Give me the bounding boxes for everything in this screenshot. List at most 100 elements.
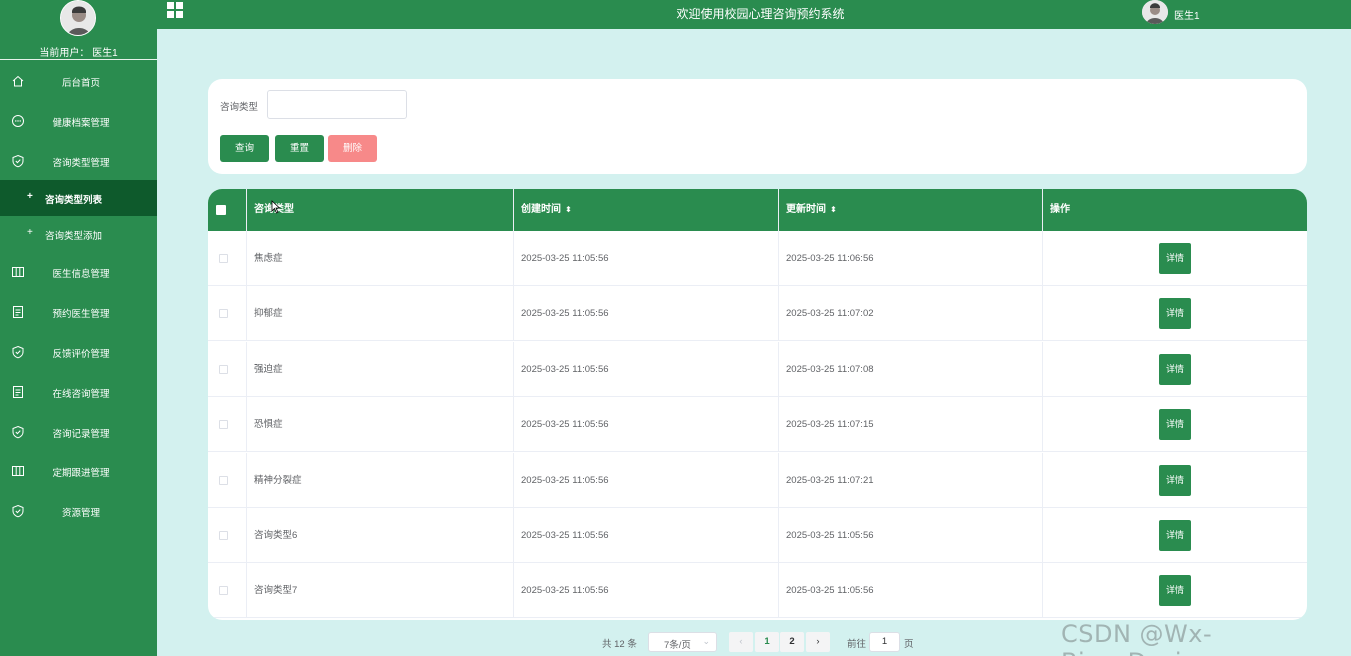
table-row: 精神分裂症 2025-03-25 11:05:56 2025-03-25 11:07… <box>208 452 1307 508</box>
header-username[interactable]: 医生1 <box>1174 7 1200 22</box>
column-label: 操作 <box>1050 204 1070 215</box>
cell-updated-time: 2025-03-25 11:07:15 <box>779 397 1043 453</box>
detail-button[interactable]: 详情 <box>1159 298 1191 330</box>
data-table: 咨询类型 创建时间⬍ 更新时间 ⬍ 操作 焦虑症2025-03-25 11:05:… <box>208 189 1307 620</box>
cell-created-time: 2025-03-25 11:05:56 <box>514 563 779 619</box>
column-label: 更新时间 <box>786 204 826 215</box>
detail-button[interactable]: 详情 <box>1159 520 1191 551</box>
row-select-cell <box>208 452 247 508</box>
page-2-button[interactable]: 2 <box>780 632 804 652</box>
select-all-checkbox[interactable] <box>216 205 226 215</box>
page-size-select[interactable]: 7条/页 ⌄ <box>648 632 717 652</box>
row-select-cell <box>208 286 247 342</box>
sidebar-avatar <box>60 0 96 36</box>
cell-updated-time: 2025-03-25 11:07:21 <box>779 452 1043 508</box>
chevron-down-icon: ⌄ <box>702 636 710 646</box>
search-panel: 咨询类型 查询 重置 删除 <box>208 79 1307 174</box>
menu-item-appointment[interactable]: 预约医生管理 <box>0 292 157 332</box>
row-checkbox[interactable] <box>219 420 228 430</box>
watermark: CSDN @Wx-Biye_Design <box>1061 620 1213 656</box>
reset-button[interactable]: 重置 <box>275 135 324 162</box>
consult-type-search-input[interactable] <box>267 90 407 119</box>
menu-item-resources[interactable]: 资源管理 <box>0 491 157 531</box>
menu-item-doctor-info[interactable]: 医生信息管理 <box>0 252 157 292</box>
cell-consult-type: 咨询类型7 <box>247 563 514 619</box>
detail-button[interactable]: 详情 <box>1159 353 1191 385</box>
menu-item-consult-records[interactable]: 咨询记录管理 <box>0 412 157 452</box>
menu-item-consult-type[interactable]: 咨询类型管理 <box>0 141 157 181</box>
row-select-cell <box>208 508 247 563</box>
menu-item-home[interactable]: 后台首页 <box>0 61 157 101</box>
cell-consult-type: 抑郁症 <box>247 286 514 342</box>
detail-button[interactable]: 详情 <box>1159 575 1191 607</box>
row-checkbox[interactable] <box>219 254 228 263</box>
select-all-cell <box>208 189 247 231</box>
cell-updated-time: 2025-03-25 11:07:08 <box>779 341 1043 397</box>
page-1-button[interactable]: 1 <box>755 632 779 652</box>
cell-created-time: 2025-03-25 11:05:56 <box>514 231 779 286</box>
menu-item-label: 健康档案管理 <box>52 118 110 129</box>
sub-item-consult-type-list[interactable]: + 咨询类型列表 <box>0 180 157 216</box>
column-created-time[interactable]: 创建时间 ⬍ <box>514 189 779 231</box>
row-checkbox[interactable] <box>219 586 228 596</box>
menu-item-followup[interactable]: 定期跟进管理 <box>0 451 157 491</box>
sort-icon[interactable]: ⬍ <box>565 205 572 214</box>
table-row: 焦虑症 2025-03-25 11:05:56 2025-03-25 11:06:5… <box>208 231 1307 286</box>
menu-item-label: 后台首页 <box>61 78 100 89</box>
sidebar: 当前用户： 医生1 后台首页 健康档案管理 咨询类型管理 + 咨询类型列表 + … <box>0 0 157 656</box>
column-actions: 操作 <box>1043 189 1307 231</box>
menu-item-label: 定期跟进管理 <box>52 468 110 479</box>
page-size-value: 7条/页 <box>664 640 691 651</box>
cell-updated-time: 2025-03-25 11:06:56 <box>779 231 1043 286</box>
menu-item-health-records[interactable]: 健康档案管理 <box>0 101 157 141</box>
header-avatar[interactable] <box>1142 0 1168 24</box>
menu-item-label: 咨询类型管理 <box>52 158 110 169</box>
row-select-cell <box>208 341 247 397</box>
row-checkbox[interactable] <box>219 364 228 374</box>
cell-updated-time: 2025-03-25 11:05:56 <box>779 563 1043 619</box>
sub-item-label: 咨询类型添加 <box>45 231 103 242</box>
table-row: 咨询类型7 2025-03-25 11:05:56 2025-03-25 11:05… <box>208 563 1307 619</box>
query-button[interactable]: 查询 <box>220 135 269 162</box>
table-row: 强迫症 2025-03-25 11:05:56 2025-03-25 11:07:0… <box>208 341 1307 397</box>
menu-item-online-consult[interactable]: 在线咨询管理 <box>0 372 157 412</box>
cell-consult-type: 强迫症 <box>247 341 514 397</box>
plus-icon: + <box>27 227 33 238</box>
detail-button[interactable]: 详情 <box>1159 243 1191 274</box>
goto-page-input[interactable]: 1 <box>869 632 900 652</box>
menu-item-label: 预约医生管理 <box>52 309 110 320</box>
menu-item-label: 在线咨询管理 <box>52 389 110 400</box>
row-select-cell <box>208 397 247 453</box>
page-suffix-label: 页 <box>904 639 914 650</box>
cell-created-time: 2025-03-25 11:05:56 <box>514 508 779 563</box>
table-row: 抑郁症 2025-03-25 11:05:56 2025-03-25 11:07:0… <box>208 286 1307 342</box>
row-checkbox[interactable] <box>219 531 228 540</box>
row-checkbox[interactable] <box>219 475 228 485</box>
column-consult-type[interactable]: 咨询类型 <box>247 189 514 231</box>
sub-item-consult-type-add[interactable]: + 咨询类型添加 <box>0 216 157 252</box>
current-user-label: 当前用户： 医生1 <box>39 48 118 59</box>
menu-item-label: 医生信息管理 <box>52 269 110 280</box>
table-header: 咨询类型 创建时间 ⬍ 更新时间 ⬍ 操作 <box>208 189 1307 231</box>
table-row: 恐惧症 2025-03-25 11:05:56 2025-03-25 11:07:1… <box>208 397 1307 453</box>
column-updated-time[interactable]: 更新时间 ⬍ <box>779 189 1043 231</box>
menu-item-feedback[interactable]: 反馈评价管理 <box>0 332 157 372</box>
row-select-cell <box>208 563 247 619</box>
mouse-cursor-icon <box>271 200 281 214</box>
search-label: 咨询类型 <box>220 102 259 113</box>
detail-button[interactable]: 详情 <box>1159 464 1191 496</box>
cell-created-time: 2025-03-25 11:05:56 <box>514 341 779 397</box>
row-checkbox[interactable] <box>219 309 228 319</box>
cell-created-time: 2025-03-25 11:05:56 <box>514 397 779 453</box>
cell-updated-time: 2025-03-25 11:07:02 <box>779 286 1043 342</box>
table-row: 咨询类型6 2025-03-25 11:05:56 2025-03-25 11:05… <box>208 508 1307 563</box>
top-header: 欢迎使用校园心理咨询预约系统 医生1 <box>157 0 1351 29</box>
delete-button[interactable]: 删除 <box>328 135 377 162</box>
system-title: 欢迎使用校园心理咨询预约系统 <box>676 7 845 21</box>
prev-page-button[interactable]: ‹ <box>729 632 753 652</box>
menu-item-label: 反馈评价管理 <box>52 349 110 360</box>
next-page-button[interactable]: › <box>806 632 830 652</box>
sort-icon[interactable]: ⬍ <box>830 205 837 214</box>
detail-button[interactable]: 详情 <box>1159 409 1191 441</box>
cell-updated-time: 2025-03-25 11:05:56 <box>779 508 1043 563</box>
